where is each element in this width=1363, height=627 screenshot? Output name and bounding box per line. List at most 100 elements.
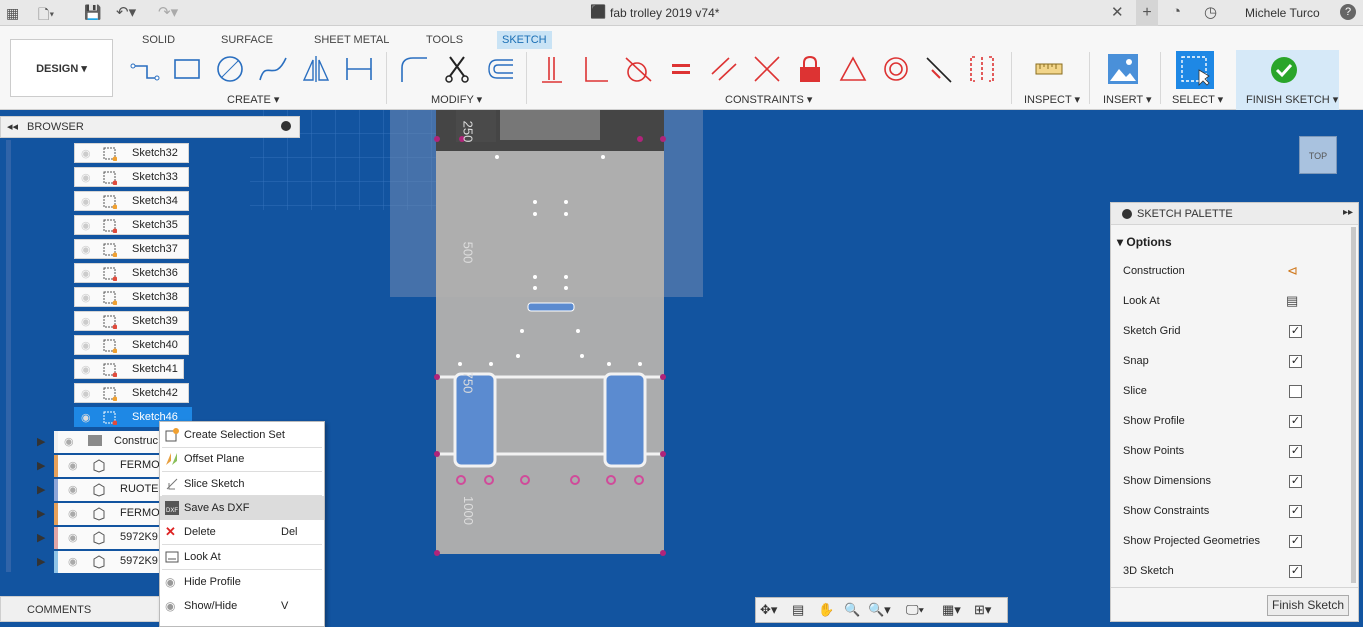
browser-component-item[interactable]: ◉ FERMO: [54, 455, 160, 477]
browser-sketch-item[interactable]: ◉ Sketch36: [74, 263, 189, 283]
file-icon[interactable]: 🗋▾: [38, 4, 54, 28]
tab-tools[interactable]: TOOLS: [421, 31, 468, 49]
new-tab-button[interactable]: +: [1136, 0, 1158, 26]
construction-icon[interactable]: ⊲: [1287, 263, 1298, 279]
tangent-constraint-icon[interactable]: [621, 52, 655, 86]
browser-sketch-item[interactable]: ◉ Sketch34: [74, 191, 189, 211]
dimension-label[interactable]: 250: [460, 121, 475, 143]
tab-surface[interactable]: SURFACE: [216, 31, 278, 49]
constraints-menu[interactable]: CONSTRAINTS ▾: [725, 93, 812, 106]
insert-menu[interactable]: INSERT ▾: [1103, 93, 1152, 106]
fix-constraint-lock-icon[interactable]: [793, 52, 827, 86]
save-icon[interactable]: 💾: [84, 4, 101, 21]
app-grid-icon[interactable]: ▦: [6, 5, 19, 22]
visibility-eye-icon[interactable]: ◉: [81, 147, 91, 160]
perpendicular-constraint-icon[interactable]: [578, 52, 612, 86]
mirror-tool-icon[interactable]: [299, 52, 333, 86]
visibility-eye-icon[interactable]: ◉: [81, 219, 91, 232]
visibility-eye-icon[interactable]: ◉: [81, 171, 91, 184]
checkbox[interactable]: ✓: [1289, 505, 1302, 518]
browser-sketch-item[interactable]: ◉ Sketch32: [74, 143, 189, 163]
job-status-icon[interactable]: ◷: [1204, 3, 1217, 21]
visibility-eye-icon[interactable]: ◉: [68, 483, 78, 496]
equal-constraint-icon[interactable]: [664, 52, 698, 86]
menu-item-create-selection-set[interactable]: Create Selection Set: [160, 423, 324, 447]
menu-item-slice-sketch[interactable]: Slice Sketch: [160, 472, 324, 496]
visibility-eye-icon[interactable]: ◉: [81, 195, 91, 208]
options-section-toggle[interactable]: ▾ Options: [1117, 235, 1172, 249]
tab-solid[interactable]: SOLID: [137, 31, 180, 49]
expand-arrow-icon[interactable]: ▶: [37, 507, 45, 520]
visibility-eye-icon[interactable]: ◉: [68, 531, 78, 544]
dimension-label[interactable]: 1000: [461, 496, 476, 525]
expand-arrow-icon[interactable]: ▶: [37, 531, 45, 544]
checkbox[interactable]: ✓: [1289, 475, 1302, 488]
visibility-eye-icon[interactable]: ◉: [81, 363, 91, 376]
circle-tool-icon[interactable]: [213, 52, 247, 86]
insert-image-icon[interactable]: [1106, 52, 1140, 86]
browser-component-item[interactable]: ◉ 5972K9: [54, 551, 159, 573]
look-at-icon[interactable]: ▤: [792, 602, 804, 618]
help-icon[interactable]: ?: [1340, 4, 1356, 20]
scrollbar[interactable]: [6, 140, 11, 572]
tab-sheet-metal[interactable]: SHEET METAL: [309, 31, 394, 49]
collinear-constraint-icon[interactable]: [965, 52, 999, 86]
pan-hand-icon[interactable]: ✋: [818, 602, 834, 618]
select-menu[interactable]: SELECT ▾: [1172, 93, 1223, 106]
browser-sketch-item[interactable]: ◉ Sketch39: [74, 311, 189, 331]
browser-sketch-item[interactable]: ◉ Sketch38: [74, 287, 189, 307]
minimize-icon[interactable]: [1122, 209, 1132, 219]
look-at-icon[interactable]: ▤: [1286, 293, 1298, 309]
finish-sketch-area[interactable]: FINISH SKETCH ▾: [1236, 50, 1339, 110]
checkbox[interactable]: ✓: [1289, 325, 1302, 338]
create-menu[interactable]: CREATE ▾: [227, 93, 279, 106]
display-settings-icon[interactable]: 🖵▾: [906, 602, 924, 618]
checkbox[interactable]: ✓: [1289, 445, 1302, 458]
finish-sketch-button[interactable]: Finish Sketch: [1267, 595, 1349, 616]
visibility-eye-icon[interactable]: ◉: [81, 243, 91, 256]
symmetry-triangle-icon[interactable]: [836, 52, 870, 86]
finish-sketch-menu[interactable]: FINISH SKETCH ▾: [1246, 93, 1338, 106]
coincident-constraint-icon[interactable]: [535, 52, 569, 86]
measure-tool-icon[interactable]: [1032, 52, 1066, 86]
expand-arrow-icon[interactable]: ▶: [37, 555, 45, 568]
browser-sketch-item[interactable]: ◉ Sketch33: [74, 167, 189, 187]
checkbox[interactable]: ✓: [1289, 355, 1302, 368]
user-name[interactable]: Michele Turco: [1245, 6, 1320, 20]
extensions-icon[interactable]: ◔: [1172, 3, 1181, 20]
collapse-icon[interactable]: ◂◂: [7, 120, 18, 133]
zoom-window-icon[interactable]: 🔍▾: [868, 602, 891, 618]
checkbox[interactable]: [1289, 385, 1302, 398]
menu-item-hide-profile[interactable]: ◉ Hide Profile: [160, 570, 324, 594]
visibility-eye-icon[interactable]: ◉: [68, 459, 78, 472]
menu-item-offset-plane[interactable]: Offset Plane: [160, 447, 324, 471]
expand-arrow-icon[interactable]: ▶: [37, 483, 45, 496]
checkbox[interactable]: ✓: [1289, 565, 1302, 578]
visibility-eye-icon[interactable]: ◉: [81, 267, 91, 280]
browser-sketch-item[interactable]: ◉ Sketch35: [74, 215, 189, 235]
undo-icon[interactable]: ↶▾: [116, 3, 136, 21]
viewports-icon[interactable]: ⊞▾: [974, 602, 991, 618]
comments-panel[interactable]: COMMENTS: [0, 596, 160, 622]
visibility-eye-icon[interactable]: ◉: [81, 387, 91, 400]
tab-sketch[interactable]: SKETCH: [497, 31, 552, 49]
browser-sketch-item[interactable]: ◉ Sketch40: [74, 335, 189, 355]
browser-sketch-item[interactable]: ◉ Sketch42: [74, 383, 189, 403]
browser-sketch-item[interactable]: ◉ Sketch37: [74, 239, 189, 259]
browser-component-item[interactable]: ◉ Construc: [54, 431, 159, 453]
fillet-tool-icon[interactable]: [397, 52, 431, 86]
modify-menu[interactable]: MODIFY ▾: [431, 93, 482, 106]
browser-component-item[interactable]: ◉ RUOTE: [54, 479, 159, 501]
midpoint-constraint-icon[interactable]: [922, 52, 956, 86]
visibility-eye-icon[interactable]: ◉: [81, 315, 91, 328]
perpendicular-cross-icon[interactable]: [750, 52, 784, 86]
menu-item-show-hide[interactable]: ◉ Show/Hide V: [160, 594, 324, 618]
trim-tool-icon[interactable]: [440, 52, 474, 86]
line-tool-icon[interactable]: [128, 52, 162, 86]
browser-sketch-item[interactable]: ◉ Sketch41: [74, 359, 184, 379]
checkbox[interactable]: ✓: [1289, 535, 1302, 548]
close-tab-icon[interactable]: ✕: [1111, 3, 1124, 21]
menu-item-delete[interactable]: ✕ Delete Del: [160, 520, 324, 544]
workspace-switcher[interactable]: DESIGN ▾: [10, 39, 113, 97]
parallel-constraint-icon[interactable]: [707, 52, 741, 86]
